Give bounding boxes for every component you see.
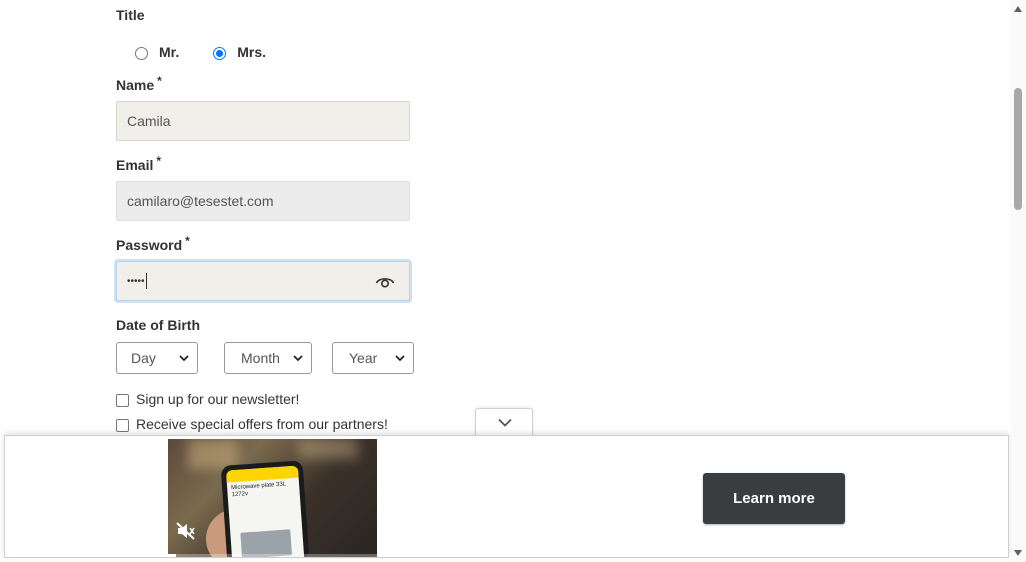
newsletter-label[interactable]: Sign up for our newsletter! bbox=[136, 391, 299, 407]
dob-label: Date of Birth bbox=[116, 317, 200, 333]
title-radio-group: Mr. Mrs. bbox=[135, 43, 300, 60]
phone-screen: Microwave plate 33L 1272v bbox=[225, 465, 305, 557]
phone-text: Microwave plate 33L 1272v bbox=[230, 481, 287, 499]
ad-banner: Microwave plate 33L 1272v Learn more bbox=[4, 435, 1009, 558]
registration-page: Title Mr. Mrs. Name * Camila Email * camil… bbox=[0, 0, 1026, 562]
mute-icon[interactable] bbox=[176, 522, 196, 545]
password-field[interactable]: ••••• bbox=[116, 261, 410, 301]
required-marker: * bbox=[157, 74, 162, 88]
video-progress-bar bbox=[168, 554, 377, 557]
partners-option[interactable]: Receive special offers from our partners… bbox=[116, 416, 388, 432]
partners-label[interactable]: Receive special offers from our partners… bbox=[136, 416, 388, 432]
scroll-thumb[interactable] bbox=[1014, 88, 1022, 210]
email-value: camilaro@tesestet.com bbox=[127, 193, 274, 209]
video-light bbox=[298, 439, 358, 459]
ad-collapse-button[interactable] bbox=[475, 408, 533, 436]
dob-day-select[interactable]: Day bbox=[116, 342, 198, 374]
password-label-text: Password bbox=[116, 237, 183, 253]
chevron-down-icon bbox=[498, 418, 512, 427]
radio-mrs[interactable] bbox=[213, 47, 227, 60]
learn-more-button[interactable]: Learn more bbox=[703, 473, 845, 524]
name-field[interactable]: Camila bbox=[116, 101, 410, 141]
title-option-mr[interactable]: Mr. bbox=[135, 43, 179, 60]
radio-mrs-label[interactable]: Mrs. bbox=[237, 44, 266, 60]
chevron-down-icon bbox=[293, 355, 303, 362]
title-label: Title bbox=[116, 7, 145, 23]
eye-icon[interactable] bbox=[375, 274, 395, 290]
radio-mr-label[interactable]: Mr. bbox=[159, 44, 179, 60]
video-progress-fill bbox=[168, 554, 177, 557]
name-value: Camila bbox=[127, 113, 171, 129]
email-field[interactable]: camilaro@tesestet.com bbox=[116, 181, 410, 221]
email-label-text: Email bbox=[116, 157, 154, 173]
dob-month-value: Month bbox=[241, 350, 280, 366]
video-phone: Microwave plate 33L 1272v bbox=[220, 460, 310, 557]
newsletter-option[interactable]: Sign up for our newsletter! bbox=[116, 391, 299, 407]
chevron-down-icon bbox=[179, 355, 189, 362]
radio-mr[interactable] bbox=[135, 47, 148, 60]
dob-year-select[interactable]: Year bbox=[332, 342, 414, 374]
page-scrollbar[interactable] bbox=[1011, 0, 1026, 562]
password-label: Password * bbox=[116, 234, 190, 253]
scroll-up-icon[interactable] bbox=[1014, 6, 1022, 12]
scroll-down-icon[interactable] bbox=[1014, 550, 1022, 556]
dob-month-select[interactable]: Month bbox=[224, 342, 312, 374]
title-option-mrs[interactable]: Mrs. bbox=[213, 43, 266, 60]
email-label: Email * bbox=[116, 154, 162, 173]
name-label-text: Name bbox=[116, 77, 155, 93]
dob-year-value: Year bbox=[349, 350, 378, 366]
chevron-down-icon bbox=[395, 355, 405, 362]
required-marker: * bbox=[185, 234, 190, 248]
required-marker: * bbox=[156, 154, 162, 168]
password-value: ••••• bbox=[127, 275, 145, 287]
ad-video[interactable]: Microwave plate 33L 1272v bbox=[168, 439, 377, 557]
phone-product-image bbox=[240, 529, 293, 557]
partners-checkbox[interactable] bbox=[116, 418, 129, 432]
dob-day-value: Day bbox=[131, 350, 156, 366]
name-label: Name * bbox=[116, 74, 162, 93]
text-caret bbox=[145, 273, 147, 289]
newsletter-checkbox[interactable] bbox=[116, 393, 129, 407]
